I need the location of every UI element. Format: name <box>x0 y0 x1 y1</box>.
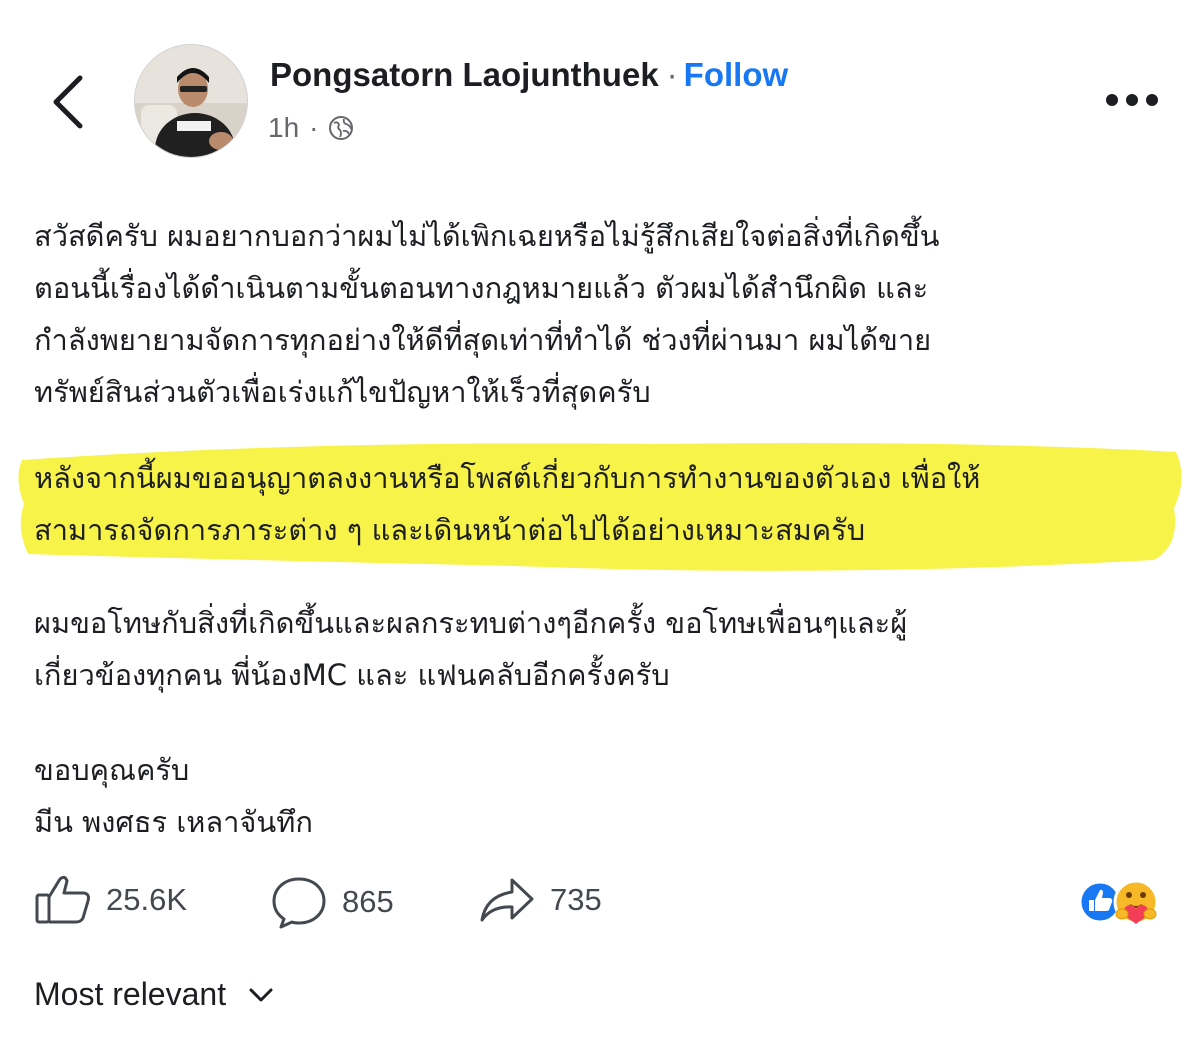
text-line: มีน พงศธร เหลาจันทึก <box>34 805 313 839</box>
comment-count: 865 <box>342 884 394 919</box>
like-button[interactable]: 25.6K <box>34 875 187 925</box>
post-header-title: Pongsatorn Laojunthuek · Follow <box>270 56 788 94</box>
comments-sort-label: Most relevant <box>34 976 227 1012</box>
follow-button[interactable]: Follow <box>684 56 788 93</box>
like-count: 25.6K <box>106 882 188 917</box>
share-count: 735 <box>550 882 602 917</box>
chevron-down-icon <box>249 988 273 1001</box>
avatar-photo <box>135 45 247 157</box>
thumbs-up-icon <box>35 875 90 924</box>
share-arrow-icon <box>480 878 534 922</box>
post-paragraph-3: ผมขอโทษกับสิ่งที่เกิดขึ้นและผลกระทบต่างๆ… <box>34 597 907 701</box>
share-button[interactable]: 735 <box>478 875 602 925</box>
care-reaction-icon <box>1113 879 1159 925</box>
reaction-summary[interactable] <box>1076 874 1172 930</box>
post-paragraph-2-highlighted: หลังจากนี้ผมขออนุญาตลงงานหรือโพสต์เกี่ยว… <box>34 452 980 556</box>
text-line: สามารถจัดการภาระต่าง ๆ และเดินหน้าต่อไปไ… <box>34 513 866 547</box>
back-chevron-icon[interactable] <box>48 74 88 130</box>
text-line: ขอบคุณครับ <box>34 753 190 787</box>
post-meta: 1h · <box>268 112 354 144</box>
text-line: ตอนนี้เรื่องได้ดำเนินตามขั้นตอนทางกฎหมาย… <box>34 271 929 305</box>
text-line: ผมขอโทษกับสิ่งที่เกิดขึ้นและผลกระทบต่างๆ… <box>34 606 908 640</box>
post-paragraph-1: สวัสดีครับ ผมอยากบอกว่าผมไม่ได้เพิกเฉยหร… <box>34 210 940 418</box>
more-options-icon[interactable] <box>1100 88 1164 112</box>
comment-bubble-icon <box>272 877 326 929</box>
name-separator: · <box>666 56 678 93</box>
post-signoff: ขอบคุณครับ มีน พงศธร เหลาจันทึก <box>34 744 313 848</box>
comments-sort-dropdown[interactable]: Most relevant <box>34 976 274 1013</box>
meta-separator: · <box>309 112 319 143</box>
comment-button[interactable]: 865 <box>270 875 394 929</box>
globe-icon[interactable] <box>328 115 354 141</box>
author-avatar[interactable] <box>134 44 248 158</box>
text-line: กำลังพยายามจัดการทุกอย่างให้ดีที่สุดเท่า… <box>34 323 932 357</box>
post-time[interactable]: 1h <box>268 112 299 144</box>
text-line: เกี่ยวข้องทุกคน พี่น้องMC และ แฟนคลับอีก… <box>34 658 670 692</box>
text-line: หลังจากนี้ผมขออนุญาตลงงานหรือโพสต์เกี่ยว… <box>34 461 981 495</box>
text-line: ทรัพย์สินส่วนตัวเพื่อเร่งแก้ไขปัญหาให้เร… <box>34 375 651 409</box>
text-line: สวัสดีครับ ผมอยากบอกว่าผมไม่ได้เพิกเฉยหร… <box>34 219 940 253</box>
author-name[interactable]: Pongsatorn Laojunthuek <box>270 56 659 93</box>
reaction-icons <box>1078 879 1159 925</box>
